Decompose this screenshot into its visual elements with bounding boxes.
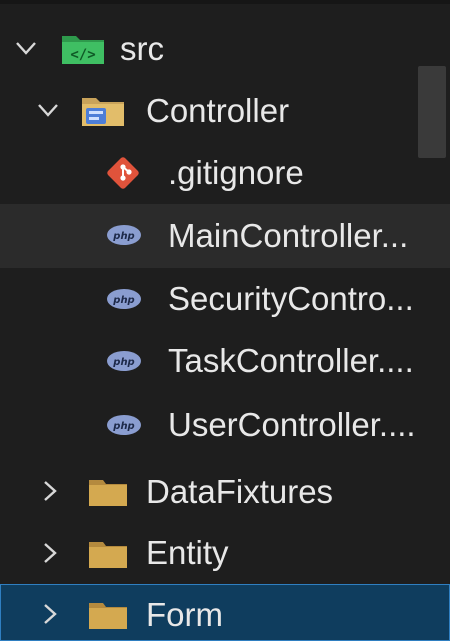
folder-icon — [88, 477, 128, 512]
folder-icon — [88, 539, 128, 574]
tree-item-maincontroller[interactable]: php MainController... — [0, 204, 450, 268]
php-icon: php — [106, 288, 142, 315]
tree-item-taskcontroller[interactable]: php TaskController.... — [0, 330, 450, 392]
php-icon: php — [106, 224, 142, 251]
tree-item-label: .gitignore — [168, 154, 304, 191]
folder-src-icon: </> — [60, 30, 106, 71]
folder-icon — [88, 600, 128, 635]
vertical-scrollbar[interactable] — [418, 66, 446, 158]
tree-item-src[interactable]: </> src — [0, 18, 450, 80]
php-icon: php — [106, 414, 142, 441]
chevron-down-icon[interactable] — [14, 36, 38, 60]
chevron-right-icon[interactable] — [38, 602, 62, 626]
tree-item-form[interactable]: Form — [0, 584, 450, 641]
tree-item-datafixtures[interactable]: DataFixtures — [0, 460, 450, 522]
tree-item-label: TaskController.... — [168, 342, 414, 379]
tree-item-label: src — [120, 30, 164, 67]
tree-item-controller[interactable]: Controller — [0, 80, 450, 142]
scroll-shadow — [0, 0, 450, 4]
svg-text:php: php — [112, 231, 134, 242]
svg-text:php: php — [112, 295, 134, 306]
tree-item-entity[interactable]: Entity — [0, 522, 450, 584]
tree-item-label: MainController... — [168, 217, 409, 254]
chevron-right-icon[interactable] — [38, 479, 62, 503]
tree-item-securitycontroller[interactable]: php SecurityContro... — [0, 268, 450, 330]
svg-text:php: php — [112, 421, 134, 432]
svg-text:</>: </> — [70, 47, 95, 63]
svg-text:php: php — [112, 357, 134, 368]
tree-item-label: SecurityContro... — [168, 280, 414, 317]
chevron-right-icon[interactable] — [38, 541, 62, 565]
tree-item-label: Entity — [146, 534, 229, 571]
file-explorer-tree: </> src Controller .gitignore php MainCo… — [0, 0, 450, 641]
folder-controller-icon — [80, 92, 126, 135]
tree-item-gitignore[interactable]: .gitignore — [0, 142, 450, 204]
tree-item-label: Form — [146, 596, 223, 633]
tree-item-usercontroller[interactable]: php UserController.... — [0, 394, 450, 456]
php-icon: php — [106, 350, 142, 377]
chevron-down-icon[interactable] — [36, 98, 60, 122]
git-icon — [106, 156, 140, 195]
tree-item-label: UserController.... — [168, 406, 416, 443]
tree-item-label: Controller — [146, 92, 290, 129]
tree-item-label: DataFixtures — [146, 473, 334, 510]
